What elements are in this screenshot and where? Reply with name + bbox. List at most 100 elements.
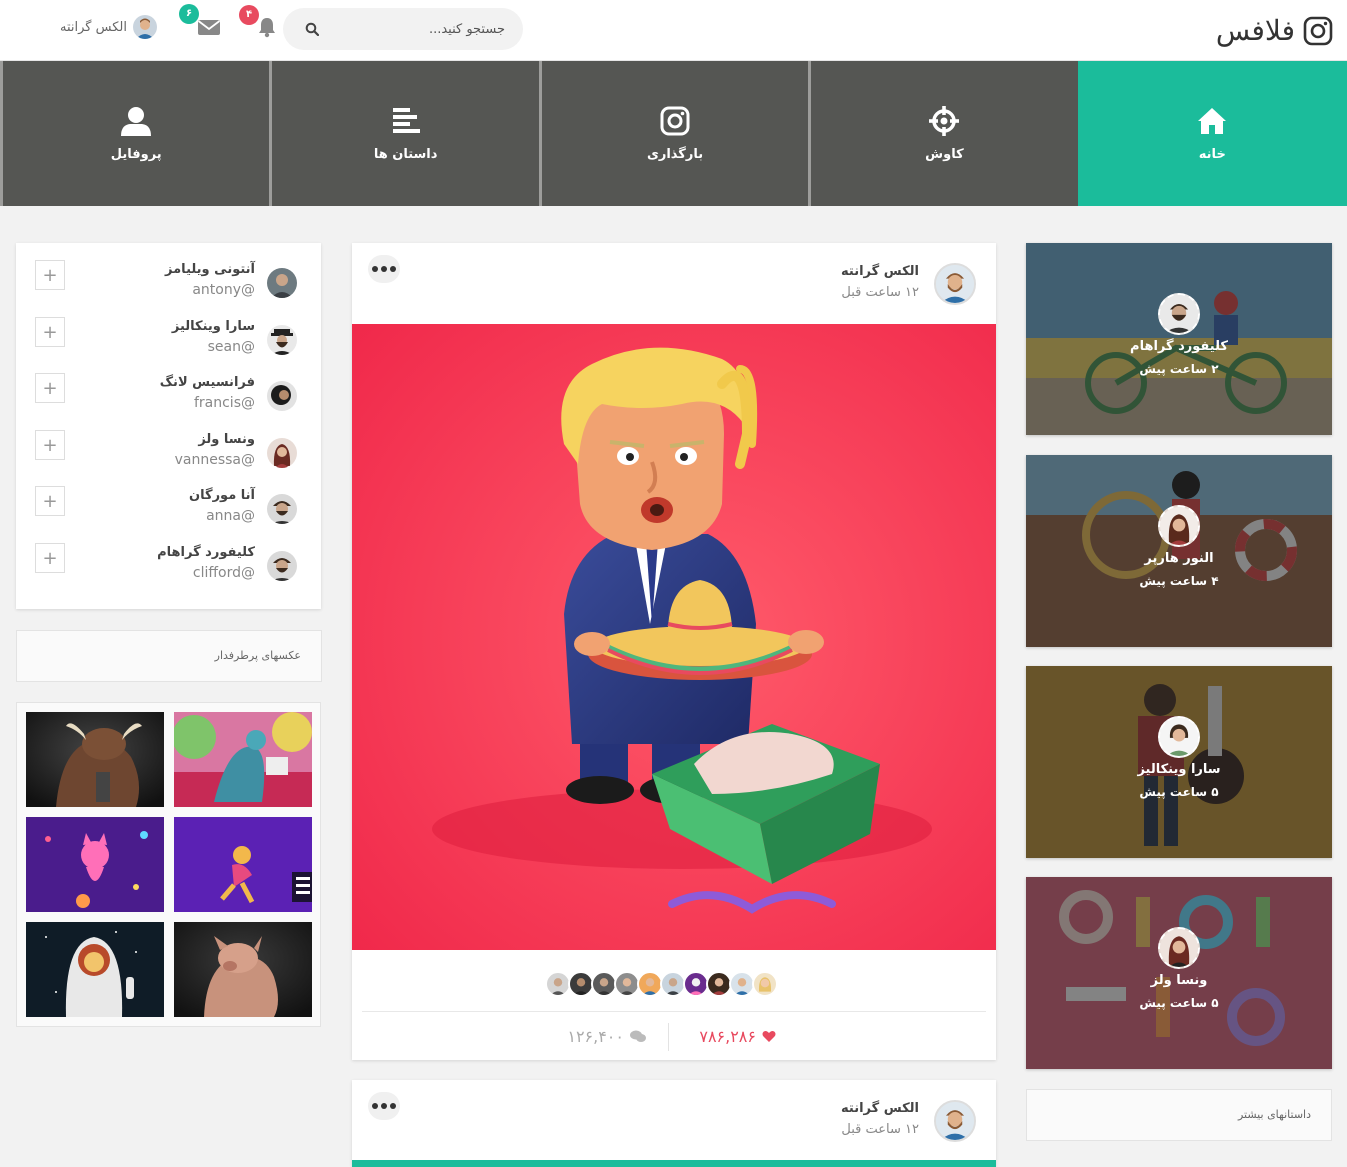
follow-button[interactable]: + bbox=[35, 260, 65, 290]
author-avatar[interactable] bbox=[934, 1100, 976, 1142]
instagram-logo-icon bbox=[1303, 16, 1333, 45]
user-name: الکس گرانته bbox=[60, 19, 127, 35]
logo[interactable]: فلافس bbox=[1216, 14, 1333, 47]
story-avatar bbox=[1158, 505, 1200, 547]
author-avatar[interactable] bbox=[934, 263, 976, 305]
avatar bbox=[132, 15, 157, 39]
tab-upload[interactable]: بارگذاری bbox=[538, 61, 809, 206]
story-card[interactable]: کلیفورد گراهام ۲ ساعت پیش bbox=[1026, 243, 1332, 435]
popular-photo[interactable] bbox=[174, 817, 312, 912]
suggestion-name: فرانسیس لانگ bbox=[159, 375, 255, 390]
avatar bbox=[267, 381, 297, 411]
popular-photo[interactable] bbox=[26, 712, 164, 807]
suggestion-name: آنا مورگان bbox=[189, 488, 255, 503]
post-card: الکس گرانته ۱۲ ساعت قبل bbox=[352, 243, 996, 1060]
notification-badge: ۴ bbox=[239, 5, 259, 25]
user-menu[interactable]: الکس گرانته bbox=[60, 14, 157, 40]
follow-button[interactable]: + bbox=[35, 317, 65, 347]
suggestion-name: آنتونی ویلیامز bbox=[165, 262, 255, 277]
dot bbox=[372, 266, 378, 272]
suggestion-name: ونسا ولز bbox=[198, 432, 255, 447]
crosshair-icon bbox=[929, 106, 960, 136]
post-image[interactable] bbox=[352, 324, 996, 950]
main-nav: خانه کاوش بارگذاری داستان ها پروفایل bbox=[0, 61, 1347, 206]
follow-button[interactable]: + bbox=[35, 430, 65, 460]
story-card[interactable]: سارا وینکالیز ۵ ساعت پیش bbox=[1026, 666, 1332, 858]
like-count[interactable]: ۷۸۶,۲۸۶ bbox=[699, 1027, 776, 1046]
post-card: الکس گرانته ۱۲ ساعت قبل bbox=[352, 1080, 996, 1167]
author-name[interactable]: الکس گرانته bbox=[841, 1101, 919, 1116]
story-author: النور هارپر bbox=[1144, 551, 1214, 566]
suggestion-item: فرانسیس لانگ francis@ + bbox=[16, 371, 321, 427]
tab-explore[interactable]: کاوش bbox=[808, 61, 1078, 206]
story-avatar bbox=[1158, 927, 1200, 969]
popular-photo[interactable] bbox=[26, 817, 164, 912]
more-options-button[interactable] bbox=[368, 1092, 400, 1120]
more-stories-label: داستانهای بیشتر bbox=[1237, 1108, 1311, 1121]
suggestion-handle: clifford@ bbox=[192, 565, 255, 581]
suggestion-handle: anna@ bbox=[206, 508, 255, 524]
tab-label: پروفایل bbox=[110, 147, 162, 162]
post-time: ۱۲ ساعت قبل bbox=[841, 285, 919, 300]
search-box bbox=[283, 8, 523, 50]
avatar bbox=[267, 551, 297, 581]
message-badge: ۶ bbox=[179, 4, 199, 24]
story-card[interactable]: ونسا ولز ۵ ساعت پیش bbox=[1026, 877, 1332, 1069]
mail-icon[interactable] bbox=[197, 16, 221, 38]
story-avatar bbox=[1158, 716, 1200, 758]
bell-icon[interactable] bbox=[256, 16, 278, 38]
dot bbox=[390, 1103, 396, 1109]
suggestion-handle: vannessa@ bbox=[174, 452, 255, 468]
popular-photos-label: عکسهای پرطرفدار bbox=[214, 649, 301, 662]
avatar bbox=[267, 325, 297, 355]
likers-avatars[interactable] bbox=[545, 971, 778, 999]
user-icon bbox=[121, 107, 152, 136]
suggestion-name: سارا وینکالیز bbox=[171, 319, 255, 334]
story-time: ۲ ساعت پیش bbox=[1139, 362, 1219, 376]
dot bbox=[381, 266, 387, 272]
dot bbox=[381, 1103, 387, 1109]
suggestion-name: کلیفورد گراهام bbox=[157, 545, 255, 560]
dot bbox=[372, 1103, 378, 1109]
avatar bbox=[267, 494, 297, 524]
tab-home[interactable]: خانه bbox=[1077, 61, 1347, 206]
post-time: ۱۲ ساعت قبل bbox=[841, 1122, 919, 1137]
popular-photo[interactable] bbox=[174, 922, 312, 1017]
story-time: ۵ ساعت پیش bbox=[1139, 996, 1219, 1010]
dot bbox=[390, 266, 396, 272]
search-icon[interactable] bbox=[305, 22, 319, 36]
comments-icon bbox=[630, 1030, 646, 1042]
suggestion-handle: sean@ bbox=[207, 339, 255, 355]
popular-photos-header: عکسهای پرطرفدار bbox=[16, 630, 322, 682]
liker-avatar bbox=[752, 971, 778, 997]
tab-label: بارگذاری bbox=[646, 147, 704, 162]
story-author: کلیفورد گراهام bbox=[1130, 339, 1228, 354]
comment-count[interactable]: ۱۲۶,۴۰۰ bbox=[567, 1027, 646, 1046]
suggestion-item: کلیفورد گراهام clifford@ + bbox=[16, 541, 321, 597]
search-input[interactable] bbox=[325, 8, 505, 50]
align-icon bbox=[392, 108, 420, 133]
popular-photo[interactable] bbox=[174, 712, 312, 807]
suggestion-item: ونسا ولز vannessa@ + bbox=[16, 428, 321, 484]
story-avatar bbox=[1158, 293, 1200, 335]
avatar bbox=[267, 438, 297, 468]
instagram-icon bbox=[660, 106, 690, 136]
more-stories-link[interactable]: داستانهای بیشتر bbox=[1026, 1089, 1332, 1141]
follow-button[interactable]: + bbox=[35, 486, 65, 516]
follow-button[interactable]: + bbox=[35, 373, 65, 403]
like-count-value: ۷۸۶,۲۸۶ bbox=[699, 1027, 756, 1046]
popular-photo[interactable] bbox=[26, 922, 164, 1017]
tab-profile[interactable]: پروفایل bbox=[0, 61, 270, 206]
author-name[interactable]: الکس گرانته bbox=[841, 264, 919, 279]
tab-stories[interactable]: داستان ها bbox=[269, 61, 539, 206]
stat-separator bbox=[668, 1023, 669, 1051]
suggestion-item: آنتونی ویلیامز antony@ + bbox=[16, 258, 321, 314]
story-card[interactable]: النور هارپر ۴ ساعت پیش bbox=[1026, 455, 1332, 647]
suggestions-card: آنتونی ویلیامز antony@ + سارا وینکالیز s… bbox=[16, 243, 321, 609]
follow-button[interactable]: + bbox=[35, 543, 65, 573]
story-author: سارا وینکالیز bbox=[1137, 762, 1221, 777]
more-options-button[interactable] bbox=[368, 255, 400, 283]
top-bar: فلافس ۴ ۶ الکس گرانته bbox=[0, 0, 1347, 61]
divider bbox=[362, 1011, 986, 1012]
comment-count-value: ۱۲۶,۴۰۰ bbox=[567, 1027, 624, 1046]
